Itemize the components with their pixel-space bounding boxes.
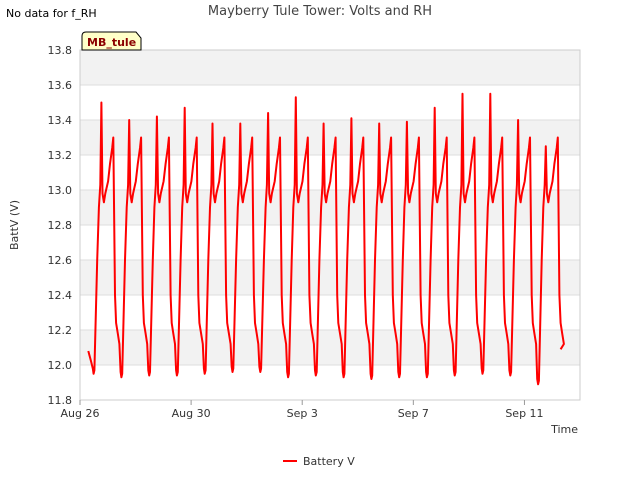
legend: Battery V	[283, 455, 355, 468]
plot-band	[80, 85, 580, 120]
x-axis: Aug 26 Aug 30 Sep 3 Sep 7 Sep 11	[61, 400, 544, 420]
x-axis-title: Time	[550, 423, 578, 436]
y-tick-label: 13.0	[48, 184, 73, 197]
plot-band	[80, 120, 580, 155]
legend-label-battery-v: Battery V	[303, 455, 355, 468]
plot-band	[80, 365, 580, 400]
y-tick-label: 13.8	[48, 44, 73, 57]
plot-band	[80, 225, 580, 260]
x-tick-label: Aug 26	[61, 407, 100, 420]
y-axis-title: BattV (V)	[8, 200, 21, 250]
x-tick-label: Sep 7	[398, 407, 429, 420]
site-label-box: MB_tule	[81, 31, 142, 51]
y-tick-label: 12.0	[48, 359, 73, 372]
y-tick-label: 12.8	[48, 219, 73, 232]
y-tick-label: 12.6	[48, 254, 73, 267]
chart: 11.8 12.0 12.2 12.4 12.6 12.8 13.0 13.2 13.4 13.6…	[8, 31, 581, 468]
x-tick-label: Aug 30	[172, 407, 211, 420]
y-tick-label: 12.2	[48, 324, 73, 337]
plot-band	[80, 50, 580, 85]
y-axis: 11.8 12.0 12.2 12.4 12.6 12.8 13.0 13.2 13.4 13.6…	[48, 44, 73, 407]
site-label: MB_tule	[87, 36, 136, 49]
y-tick-label: 11.8	[48, 394, 73, 407]
plot-band	[80, 330, 580, 365]
y-tick-label: 13.6	[48, 79, 73, 92]
y-tick-label: 13.4	[48, 114, 73, 127]
y-tick-label: 12.4	[48, 289, 73, 302]
plot-band	[80, 260, 580, 295]
y-tick-label: 13.2	[48, 149, 73, 162]
x-tick-label: Sep 11	[505, 407, 543, 420]
x-tick-label: Sep 3	[287, 407, 318, 420]
